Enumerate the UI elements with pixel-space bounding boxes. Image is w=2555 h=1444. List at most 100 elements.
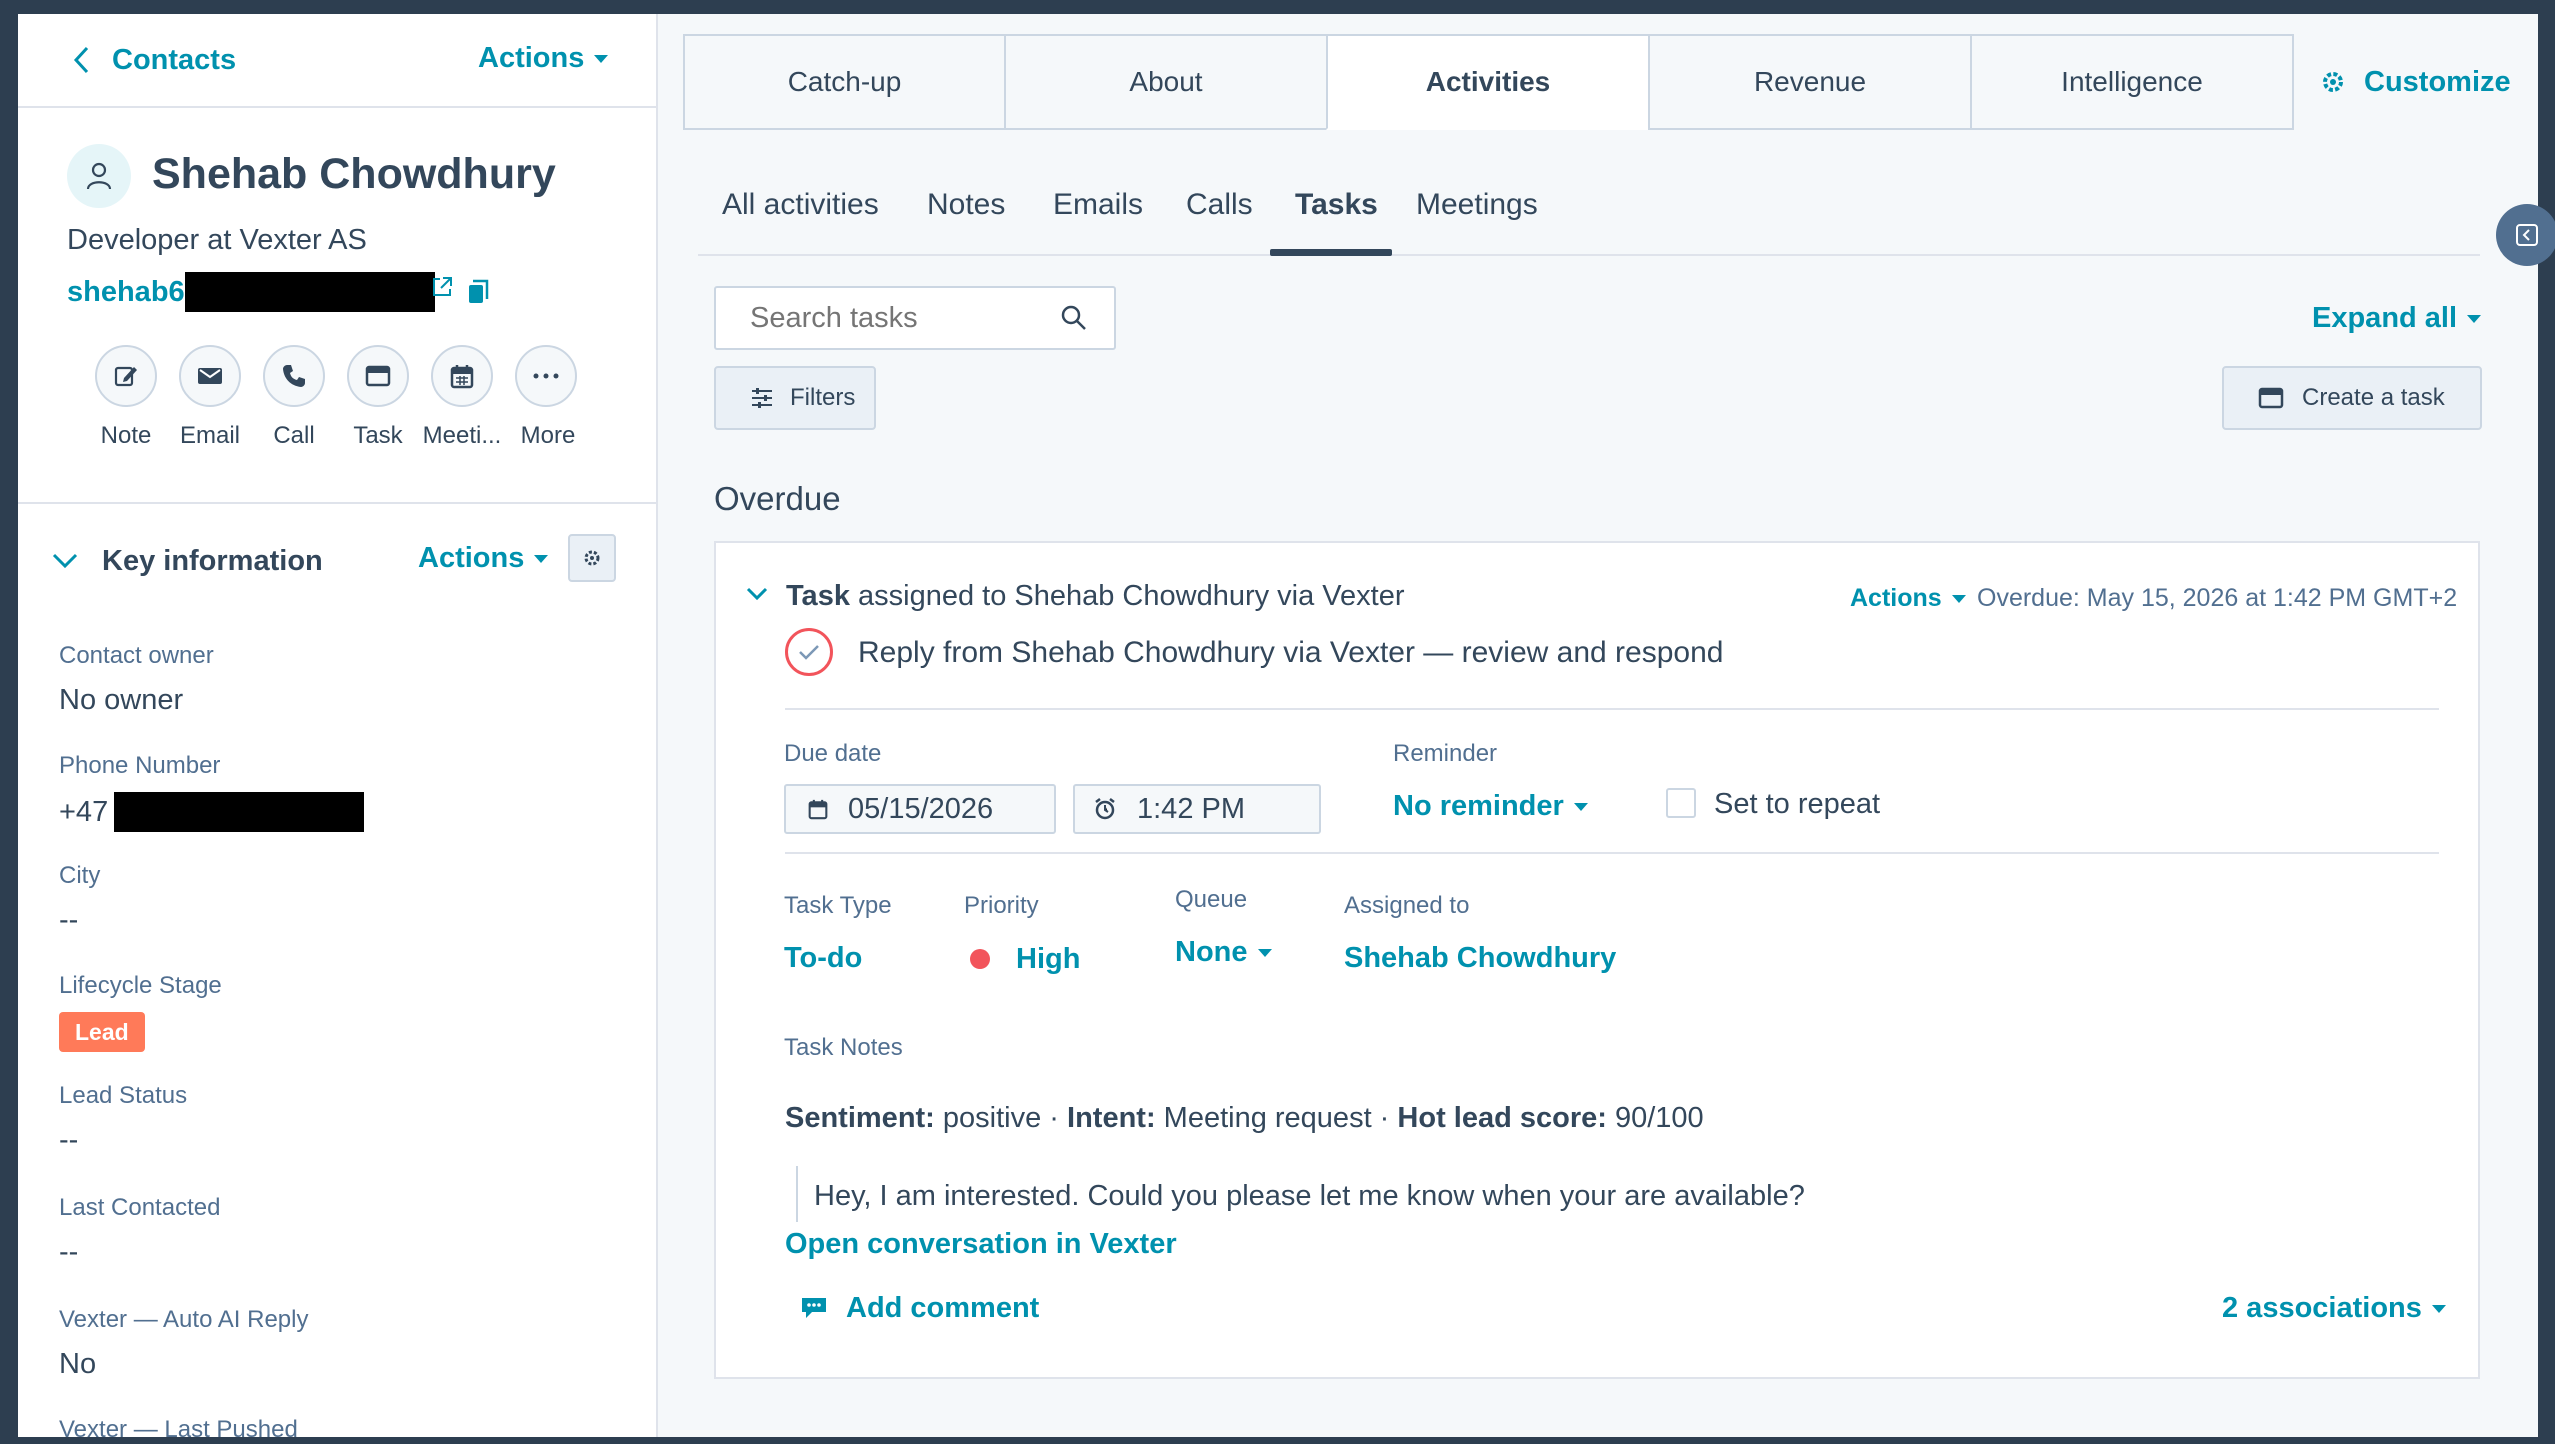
priority-label: Priority [964, 892, 1039, 919]
note-action-button[interactable] [95, 345, 157, 407]
due-time-input[interactable]: 1:42 PM [1073, 784, 1321, 834]
auto-ai-reply-value[interactable]: No [59, 1348, 96, 1381]
tab-activities[interactable]: Activities [1326, 34, 1650, 130]
associations-dropdown[interactable]: 2 associations [2222, 1292, 2446, 1325]
add-comment-button[interactable]: Add comment [800, 1290, 1039, 1326]
chevron-down-icon [746, 587, 768, 601]
more-icon [533, 373, 559, 379]
subtab-emails[interactable]: Emails [1053, 188, 1143, 222]
task-icon [365, 365, 391, 387]
subtab-meetings[interactable]: Meetings [1416, 188, 1538, 222]
city-value[interactable]: -- [59, 904, 78, 937]
key-info-actions-label: Actions [418, 542, 525, 574]
comment-icon [802, 1298, 826, 1318]
phone-icon [283, 365, 305, 387]
customize-button[interactable]: Customize [2320, 62, 2511, 102]
create-task-button[interactable]: Create a task [2222, 366, 2482, 430]
contact-actions-dropdown[interactable]: Actions [478, 42, 609, 75]
due-date-label: Due date [784, 740, 882, 767]
subtab-notes[interactable]: Notes [927, 188, 1005, 222]
task-icon [2258, 387, 2284, 409]
caret-down-icon [1573, 803, 1588, 812]
tab-intelligence[interactable]: Intelligence [1970, 34, 2294, 130]
task-action-button[interactable] [347, 345, 409, 407]
task-type-value[interactable]: To-do [784, 942, 862, 975]
collapse-panel-button[interactable] [2496, 204, 2555, 266]
assigned-to-value[interactable]: Shehab Chowdhury [1344, 942, 1616, 975]
tab-about[interactable]: About [1004, 34, 1328, 130]
subtab-all-activities[interactable]: All activities [722, 188, 879, 222]
lead-status-value[interactable]: -- [59, 1124, 78, 1157]
filters-label: Filters [790, 384, 856, 411]
priority-dropdown[interactable]: High [970, 942, 1080, 976]
create-task-label: Create a task [2302, 384, 2445, 411]
divider [785, 708, 2439, 710]
caret-down-icon [534, 555, 549, 564]
back-to-contacts-link[interactable]: Contacts [72, 42, 236, 78]
complete-task-checkbox[interactable] [785, 628, 833, 676]
auto-ai-reply-label: Vexter — Auto AI Reply [59, 1306, 309, 1333]
redacted-block [114, 792, 365, 832]
due-time-value: 1:42 PM [1137, 792, 1245, 825]
sentiment-value: positive · [934, 1102, 1068, 1134]
more-action-label: More [520, 422, 576, 449]
last-pushed-label: Vexter — Last Pushed [59, 1416, 298, 1443]
subtab-calls[interactable]: Calls [1186, 188, 1253, 222]
customize-label: Customize [2364, 65, 2511, 98]
contact-actions-label: Actions [478, 42, 585, 74]
task-actions-dropdown[interactable]: Actions [1850, 584, 1966, 613]
meeting-action-button[interactable] [431, 345, 493, 407]
tab-catch-up[interactable]: Catch-up [683, 34, 1006, 130]
gear-icon [2323, 72, 2343, 92]
more-action-button[interactable] [515, 345, 577, 407]
collapse-panel-icon [2516, 224, 2538, 246]
caret-down-icon [594, 55, 609, 64]
open-conversation-link[interactable]: Open conversation in Vexter [785, 1228, 1177, 1261]
due-date-input[interactable]: 05/15/2026 [784, 784, 1056, 834]
calendar-icon [808, 799, 828, 820]
city-label: City [59, 862, 101, 889]
divider [18, 502, 656, 504]
task-actions-label: Actions [1850, 584, 1942, 612]
set-to-repeat-checkbox[interactable] [1666, 788, 1696, 818]
redacted-block [184, 272, 435, 312]
overdue-section-title: Overdue [714, 480, 841, 517]
priority-dot [970, 949, 990, 969]
alarm-clock-icon [1095, 798, 1115, 820]
task-collapse-toggle[interactable] [746, 587, 768, 601]
lifecycle-stage-badge[interactable]: Lead [59, 1012, 145, 1052]
contact-owner-value[interactable]: No owner [59, 684, 183, 717]
call-action-button[interactable] [263, 345, 325, 407]
phone-number-value[interactable]: +47 4 [59, 792, 365, 832]
due-date-value: 05/15/2026 [848, 792, 994, 825]
external-link-icon[interactable] [431, 276, 453, 298]
queue-dropdown[interactable]: None [1175, 936, 1272, 969]
reminder-dropdown[interactable]: No reminder [1393, 790, 1588, 823]
reminder-value: No reminder [1393, 790, 1564, 822]
contact-owner-label: Contact owner [59, 642, 214, 669]
tab-revenue[interactable]: Revenue [1648, 34, 1972, 130]
chevron-left-icon [73, 46, 89, 74]
filter-sliders-icon [752, 388, 772, 408]
contact-job-title: Developer at Vexter AS [67, 224, 367, 256]
contact-email[interactable]: shehab6 [67, 272, 489, 312]
key-info-settings-button[interactable] [568, 534, 616, 582]
search-tasks-field[interactable] [748, 300, 1042, 336]
hot-lead-score-label: Hot lead score: [1397, 1102, 1607, 1134]
filters-button[interactable]: Filters [714, 366, 876, 430]
divider [785, 852, 2439, 854]
expand-all-dropdown[interactable]: Expand all [2312, 302, 2482, 335]
last-contacted-value[interactable]: -- [59, 1236, 78, 1269]
key-info-toggle[interactable]: Key information [52, 545, 323, 577]
search-tasks-input[interactable] [714, 286, 1116, 350]
task-notes-summary: Sentiment: positive · Intent: Meeting re… [785, 1102, 1704, 1135]
chevron-down-icon [52, 553, 78, 569]
queue-label: Queue [1175, 886, 1248, 913]
copy-icon[interactable] [467, 279, 489, 305]
key-info-actions-dropdown[interactable]: Actions [418, 542, 549, 575]
subtab-tasks[interactable]: Tasks [1295, 188, 1378, 222]
divider [18, 106, 656, 108]
email-action-button[interactable] [179, 345, 241, 407]
caret-down-icon [2431, 1305, 2446, 1314]
task-title[interactable]: Reply from Shehab Chowdhury via Vexter —… [858, 636, 1723, 670]
